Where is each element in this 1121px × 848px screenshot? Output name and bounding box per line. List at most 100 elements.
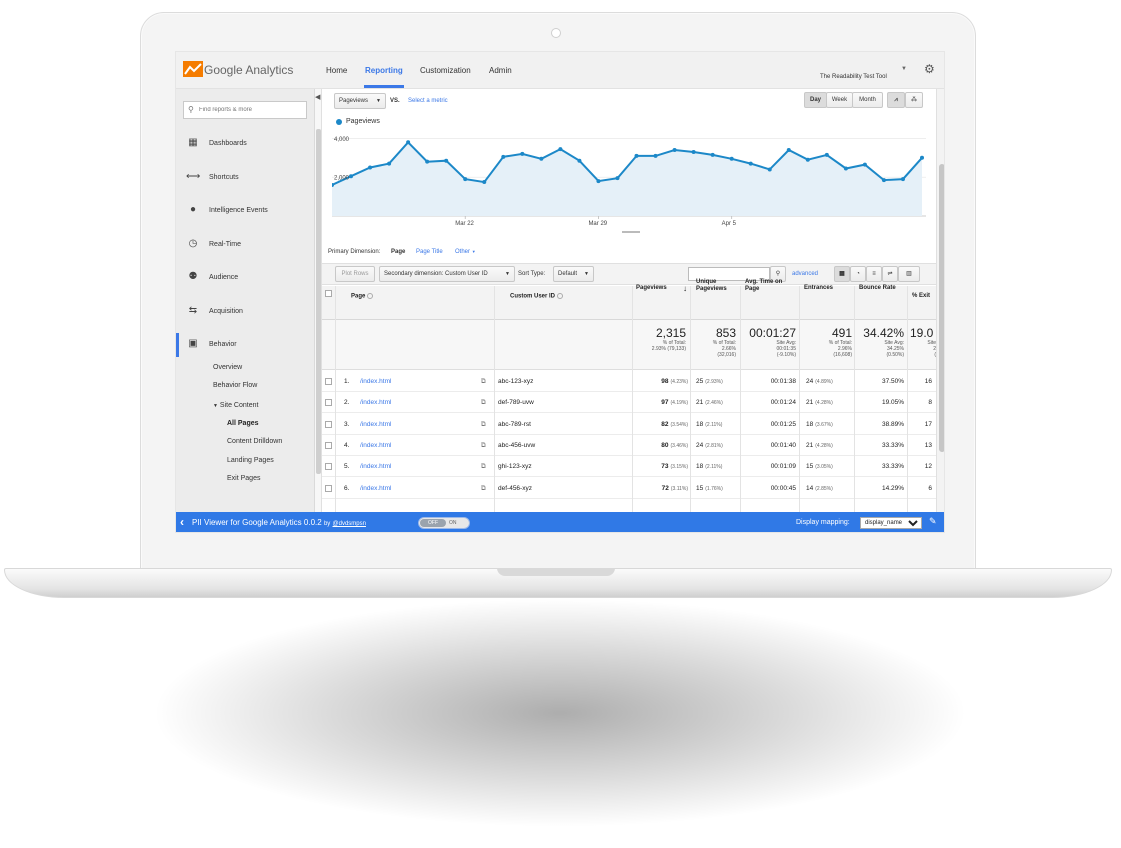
page-link[interactable]: /index.html [360,378,391,385]
wrench-icon[interactable]: ✎ [929,516,937,527]
sidebar-sub-landing-pages[interactable]: Landing Pages [227,457,274,464]
open-page-icon[interactable]: ⧉ [481,421,486,429]
row-checkbox[interactable] [325,484,332,492]
nav-home[interactable]: Home [326,66,347,75]
collapse-sidebar-icon[interactable]: ◀ [315,93,320,101]
sidebar-item-intelligence-events[interactable]: ● Intelligence Events [176,199,315,223]
view-comparison-button[interactable]: ⇌ [882,266,898,282]
chart-point[interactable] [463,177,468,182]
sidebar-item-dashboards[interactable]: ▦ Dashboards [176,132,315,156]
view-performance-button[interactable]: ≡ [866,266,882,282]
chart-point[interactable] [862,162,867,167]
nav-admin[interactable]: Admin [489,66,512,75]
scrollbar-thumb[interactable] [939,164,944,452]
open-page-icon[interactable]: ⧉ [481,485,486,493]
chart-point[interactable] [406,140,411,145]
primary-dimension-page[interactable]: Page [391,249,405,255]
search-input[interactable] [199,104,304,116]
chevron-left-icon[interactable]: ‹ [180,515,184,529]
account-selector[interactable]: The Readability Test Tool [820,74,887,80]
chart-point[interactable] [843,166,848,171]
open-page-icon[interactable]: ⧉ [481,399,486,407]
week-button[interactable]: Week [826,92,853,108]
chart-point[interactable] [482,180,487,185]
pii-toggle[interactable]: OFF ON [418,517,470,529]
chart-point[interactable] [520,151,525,156]
chart-point[interactable] [710,152,715,157]
row-checkbox[interactable] [325,463,332,471]
primary-dimension-page-title[interactable]: Page Title [416,249,443,255]
page-link[interactable]: /index.html [360,399,391,406]
chart-resize-handle[interactable] [622,229,640,233]
col-unique-pageviews[interactable]: Unique Pageviews [696,279,740,293]
nav-reporting[interactable]: Reporting [365,66,403,75]
table-row[interactable]: 5. /index.html ⧉ ghi-123-xyz 73 (3.15%) 18 (2.1… [322,456,936,478]
plot-rows-button[interactable]: Plot Rows [335,266,375,282]
sidebar-sub-content-drilldown[interactable]: Content Drilldown [227,438,282,445]
page-link[interactable]: /index.html [360,463,391,470]
display-mapping-select[interactable]: display_name [860,517,922,529]
row-checkbox[interactable] [325,441,332,449]
gear-icon[interactable]: ⚙ [924,62,935,76]
motion-chart-button[interactable]: ⁂ [905,92,923,108]
main-scrollbar[interactable] [936,89,944,512]
view-table-button[interactable]: ▦ [834,266,850,282]
sidebar-item-acquisition[interactable]: ⇆ Acquisition [176,300,315,324]
select-all-checkbox[interactable] [325,290,332,297]
row-checkbox[interactable] [325,399,332,407]
chart-point[interactable] [653,153,658,158]
table-row[interactable]: 6. /index.html ⧉ def-456-xyz 72 (3.11%) 15 (1.7… [322,477,936,499]
primary-dimension-other[interactable]: Other ▼ [455,249,476,255]
sidebar-sub-all-pages[interactable]: All Pages [227,420,259,427]
view-pie-button[interactable]: ◔ [850,266,866,282]
chart-point[interactable] [729,156,734,161]
col-avg-time[interactable]: Avg. Time on Page [745,279,793,293]
chart-point[interactable] [577,158,582,163]
account-caret-icon[interactable]: ▼ [901,66,907,72]
month-button[interactable]: Month [852,92,883,108]
day-button[interactable]: Day [804,92,827,108]
chart-point[interactable] [387,161,392,166]
col-entrances[interactable]: Entrances [804,285,833,292]
chart-point[interactable] [501,154,506,159]
sidebar-search[interactable]: ⚲ [183,101,307,119]
chart-point[interactable] [558,147,563,152]
sidebar-sub-exit-pages[interactable]: Exit Pages [227,475,260,482]
sidebar-scrollbar[interactable] [315,89,322,512]
page-link[interactable]: /index.html [360,421,391,428]
row-checkbox[interactable] [325,420,332,428]
col-exit[interactable]: % Exit [912,293,930,300]
chart-point[interactable] [425,159,430,164]
col-custom-user-id[interactable]: Custom User ID [510,293,564,301]
scrollbar-thumb[interactable] [316,129,321,474]
chart-point[interactable] [368,165,373,170]
sidebar-item-behavior[interactable]: ▣ Behavior [176,333,315,357]
sidebar-item-shortcuts[interactable]: ⟷ Shortcuts [176,166,315,190]
secondary-dimension-dropdown[interactable]: Secondary dimension: Custom User ID ▼ [379,266,515,282]
page-link[interactable]: /index.html [360,442,391,449]
chart-point[interactable] [881,178,886,183]
col-pageviews[interactable]: Pageviews [636,285,680,292]
chart-point[interactable] [691,149,696,154]
view-pivot-button[interactable]: ▥ [898,266,920,282]
chart-point[interactable] [349,174,354,179]
table-row[interactable]: 4. /index.html ⧉ abc-456-uvw 80 (3.46%) 24 (2.8… [322,434,936,456]
open-page-icon[interactable]: ⧉ [481,463,486,471]
table-row[interactable]: 2./index.html ⧉ def-789-uvw 97 (4.19%) 21 (2.4… [322,392,936,414]
chart-point[interactable] [615,176,620,181]
pii-author-link[interactable]: @dvdsmpsn [333,521,366,527]
sidebar-sub-overview[interactable]: Overview [213,364,242,371]
col-page[interactable]: Page [351,293,374,301]
page-link[interactable]: /index.html [360,485,391,492]
chart-point[interactable] [596,179,601,184]
chart-point[interactable] [920,155,924,160]
chart-point[interactable] [824,152,829,157]
table-row[interactable]: 3./index.html ⧉ abc-789-rst 82 (3.54%) 18 (2.1… [322,413,936,435]
chart-point[interactable] [634,153,639,158]
chart-point[interactable] [444,158,449,163]
open-page-icon[interactable]: ⧉ [481,442,486,450]
chart-point[interactable] [805,157,810,162]
col-bounce-rate[interactable]: Bounce Rate [859,285,896,292]
row-checkbox[interactable] [325,378,332,385]
nav-customization[interactable]: Customization [420,66,471,75]
